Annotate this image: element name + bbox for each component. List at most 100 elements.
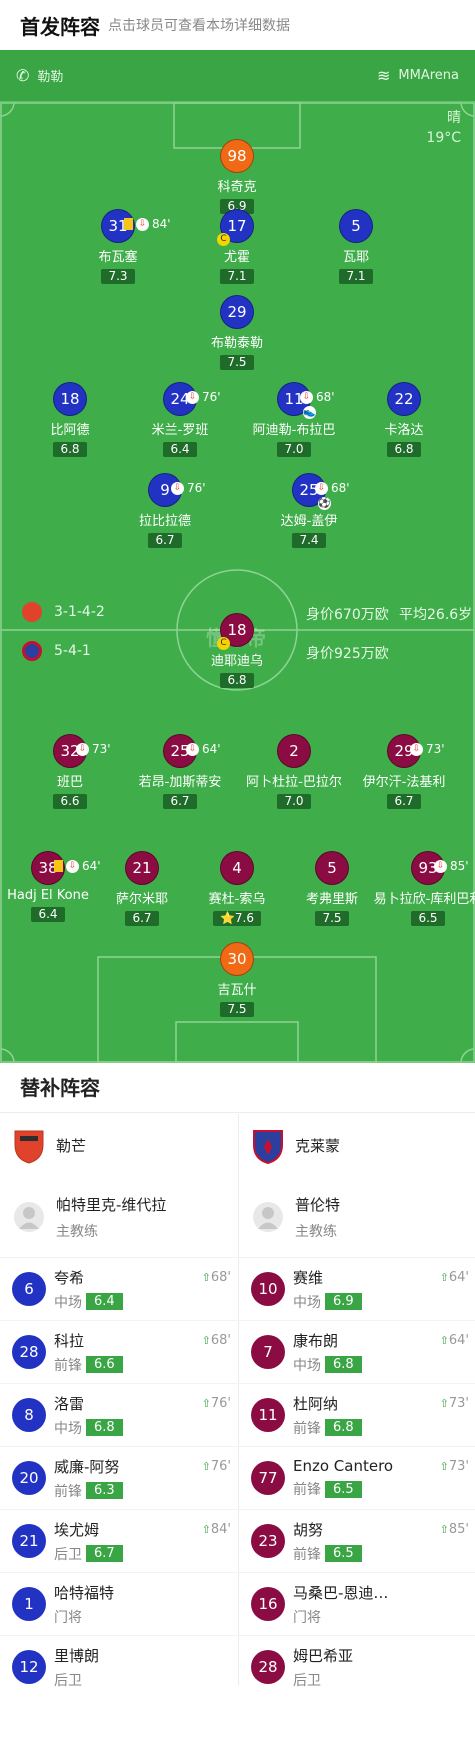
player-name: 布勒泰勒: [210, 336, 263, 351]
player-number-text: 30: [227, 950, 247, 968]
sub-position: 后卫: [54, 1546, 82, 1563]
player-marker[interactable]: 29 布勒泰勒 7.5: [182, 295, 292, 370]
sub-in-time-text: 76': [210, 1396, 231, 1411]
sub-in-time: ⇧73': [440, 1459, 469, 1474]
sub-number: 8: [12, 1398, 46, 1432]
sub-name: 埃尤姆: [54, 1520, 100, 1539]
away-coach-row[interactable]: 普伦特 主教练: [239, 1177, 475, 1257]
substitute-row[interactable]: 6 夸希 中场 6.4 ⇧68': [0, 1257, 237, 1320]
substitute-row[interactable]: 8 洛雷 中场 6.8 ⇧76': [0, 1383, 237, 1446]
away-team-name: 克莱蒙: [295, 1137, 341, 1155]
home-age: 平均26.6岁: [399, 607, 473, 623]
away-formation: 5-4-1: [54, 643, 91, 659]
substitute-row[interactable]: 16 马桑巴-恩迪… 门将: [239, 1572, 475, 1635]
substitute-row[interactable]: 28 姆巴希亚 后卫: [239, 1635, 475, 1698]
sub-off-icon: ⇩: [186, 390, 199, 404]
player-marker[interactable]: 5 瓦耶 7.1: [301, 209, 411, 284]
player-rating: 7.0: [277, 442, 311, 457]
sub-in-time-text: 85': [448, 1522, 469, 1537]
sub-number: 77: [251, 1461, 285, 1495]
player-number-text: 5: [351, 217, 361, 235]
sub-number: 12: [12, 1650, 46, 1684]
player-rating-value: 6.6: [60, 794, 80, 808]
player-name: 迪耶迪乌: [210, 654, 263, 669]
player-number: 93 ⇩ 85': [411, 851, 469, 885]
sub-name: 里博朗: [54, 1646, 100, 1665]
player-marker[interactable]: 32 ⇩ 73' 班巴 6.6: [15, 734, 125, 809]
player-marker[interactable]: 5 考弗里斯 7.5: [277, 851, 387, 926]
lineup-header: 首发阵容 点击球员可查看本场详细数据: [0, 0, 475, 50]
player-marker[interactable]: 98 科奇克 6.9: [182, 139, 292, 214]
player-marker[interactable]: 9 ⇩ 76' 拉比拉德 6.7: [110, 473, 220, 548]
substitute-row[interactable]: 20 威廉-阿努 前锋 6.3 ⇧76': [0, 1446, 237, 1509]
sub-in-icon: ⇧: [439, 1271, 449, 1284]
player-marker[interactable]: 2 阿卜杜拉-巴拉尔 7.0: [239, 734, 349, 809]
substitute-row[interactable]: 21 埃尤姆 后卫 6.7 ⇧84': [0, 1509, 237, 1572]
match-info-bar: ✆ 勒勒 ≋ MMArena: [0, 50, 475, 102]
captain-icon: C: [217, 233, 230, 246]
substitutes-title: 替补阵容: [0, 1063, 475, 1113]
player-marker[interactable]: 31 ⇩ 84' 布瓦塞 7.3: [63, 209, 173, 284]
player-marker[interactable]: 18 C 迪耶迪乌 6.8: [182, 613, 292, 688]
player-marker[interactable]: 25 ⇩ 64' 若昂-加斯蒂安 6.7: [125, 734, 235, 809]
weather-temperature: 19°C: [426, 130, 461, 146]
player-rating-value: 7.5: [322, 911, 342, 925]
home-team-name: 勒芒: [56, 1137, 87, 1155]
home-coach-row[interactable]: 帕特里克-维代拉 主教练: [0, 1177, 237, 1257]
player-marker[interactable]: 30 吉瓦什 7.5: [182, 942, 292, 1017]
player-rating: 6.7: [148, 533, 182, 548]
player-number: 98: [220, 139, 254, 173]
player-name: 班巴: [56, 775, 83, 790]
player-number-text: 9: [160, 481, 170, 499]
player-number-text: 17: [227, 217, 247, 235]
player-marker[interactable]: 93 ⇩ 85' 易卜拉欣-库利巴利 6.5: [373, 851, 475, 926]
substitute-row[interactable]: 28 科拉 前锋 6.6 ⇧68': [0, 1320, 237, 1383]
player-name: 拉比拉德: [138, 514, 191, 529]
substitute-row[interactable]: 23 胡努 前锋 6.5 ⇧85': [239, 1509, 475, 1572]
player-rating-value: 7.4: [299, 533, 319, 547]
away-team-row[interactable]: 克莱蒙: [239, 1114, 475, 1177]
player-event-badges: ⇩ 68': [300, 381, 335, 413]
player-marker[interactable]: 24 ⇩ 76' 米兰-罗班 6.4: [125, 382, 235, 457]
player-number-text: 29: [227, 303, 247, 321]
player-rating-value: 7.1: [346, 269, 366, 283]
substitute-row[interactable]: 7 康布朗 中场 6.8 ⇧64': [239, 1320, 475, 1383]
player-marker[interactable]: 22 卡洛达 6.8: [349, 382, 459, 457]
player-marker[interactable]: 21 萨尔米耶 6.7: [87, 851, 197, 926]
sub-in-time: ⇧64': [440, 1333, 469, 1348]
substitute-row[interactable]: 10 赛维 中场 6.9 ⇧64': [239, 1257, 475, 1320]
home-subs-column: 勒芒 帕特里克-维代拉 主教练 6 夸希 中场 6.4 ⇧68' 28 科拉 前锋 6.6 ⇧68…: [0, 1114, 237, 1698]
player-marker[interactable]: 25 ⚽ ⇩ 68' 达姆-盖伊 7.4: [254, 473, 364, 548]
substitute-row[interactable]: 77 Enzo Cantero 前锋 6.5 ⇧73': [239, 1446, 475, 1509]
substitute-row[interactable]: 12 里博朗 后卫: [0, 1635, 237, 1698]
sub-in-icon: ⇧: [439, 1460, 449, 1473]
player-number: 25 ⇩ 64': [163, 734, 221, 768]
substitute-row[interactable]: 11 杜阿纳 前锋 6.8 ⇧73': [239, 1383, 475, 1446]
home-team-row[interactable]: 勒芒: [0, 1114, 237, 1177]
coach-avatar-icon: [14, 1202, 44, 1232]
player-marker[interactable]: 18 比阿德 6.8: [15, 382, 125, 457]
player-number-text: 18: [227, 621, 247, 639]
player-name: 卡洛达: [384, 423, 424, 438]
player-number-text: 22: [394, 390, 414, 408]
player-rating-value: 7.6: [234, 911, 255, 925]
sub-off-icon: ⇩: [410, 742, 423, 756]
away-formation-row: 5-4-1: [22, 641, 91, 661]
sub-in-time: ⇧84': [202, 1522, 231, 1537]
coach-avatar-icon: [253, 1202, 283, 1232]
away-team-badge: [22, 641, 42, 661]
player-rating-value: 6.4: [170, 442, 190, 456]
sub-in-icon: ⇧: [201, 1460, 211, 1473]
sub-rating: 6.5: [325, 1545, 362, 1562]
sub-in-time: ⇧64': [440, 1270, 469, 1285]
player-number: 30: [220, 942, 254, 976]
home-coach-role: 主教练: [56, 1223, 98, 1240]
player-marker[interactable]: 29 ⇩ 73' 伊尔汗-法基利 6.7: [349, 734, 459, 809]
player-marker[interactable]: 17 C 尤霍 7.1: [182, 209, 292, 284]
sub-off-icon: ⇩: [76, 742, 89, 756]
player-number: 29: [220, 295, 254, 329]
substitute-row[interactable]: 1 哈特福特 门将: [0, 1572, 237, 1635]
player-marker[interactable]: 4 赛杜-索乌 ⭐7.6: [182, 851, 292, 926]
sub-number: 10: [251, 1272, 285, 1306]
player-marker[interactable]: 11 👟 ⇩ 68' 阿迪勒-布拉巴 7.0: [239, 382, 349, 457]
